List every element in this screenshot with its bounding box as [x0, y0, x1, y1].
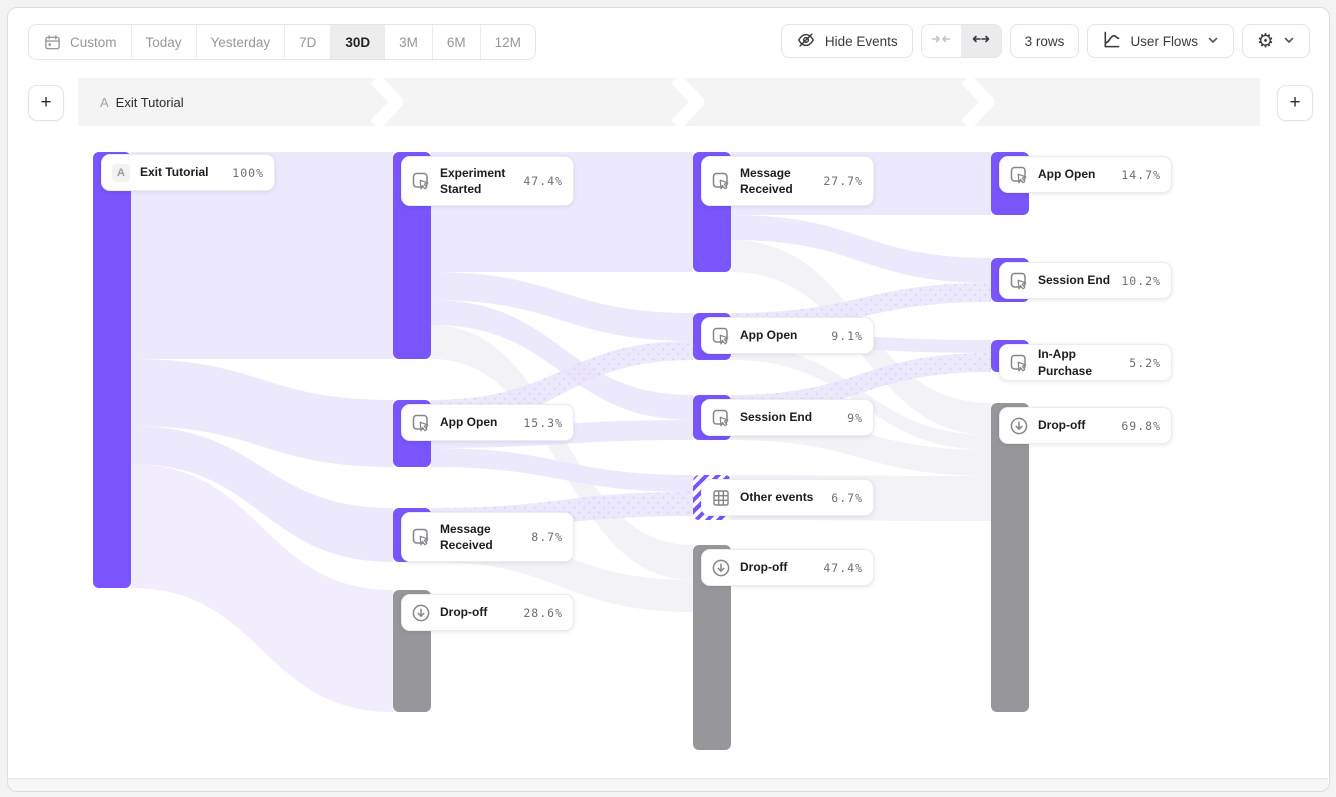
- node-value: 15.3%: [523, 416, 563, 430]
- in-app-purchase-4-node[interactable]: In-App Purchase 5.2%: [999, 344, 1172, 381]
- node-label: App Open: [440, 414, 514, 430]
- drop-off-3-node[interactable]: Drop-off 47.4%: [701, 549, 874, 586]
- panel-footer: [8, 778, 1328, 792]
- event-icon: [711, 171, 731, 191]
- node-value: 6.7%: [831, 491, 863, 505]
- event-icon: [411, 171, 431, 191]
- drop-off-2-node[interactable]: Drop-off 28.6%: [401, 594, 574, 631]
- experiment-started-node[interactable]: Experiment Started 47.4%: [401, 156, 574, 206]
- app-open-4-node[interactable]: App Open 14.7%: [999, 156, 1172, 193]
- node-value: 9.1%: [831, 329, 863, 343]
- event-letter-icon: A: [111, 163, 131, 183]
- node-label: Exit Tutorial: [140, 164, 223, 180]
- event-icon: [711, 408, 731, 428]
- node-label: Experiment Started: [440, 165, 514, 197]
- exit-tutorial-node[interactable]: A Exit Tutorial 100%: [101, 154, 275, 191]
- session-end-3-node[interactable]: Session End 9%: [701, 399, 874, 436]
- node-label: App Open: [740, 327, 822, 343]
- session-end-4-node[interactable]: Session End 10.2%: [999, 262, 1172, 299]
- event-icon: [411, 527, 431, 547]
- drop-off-4-bar[interactable]: [991, 403, 1029, 712]
- node-label: Drop-off: [440, 604, 514, 620]
- event-icon: [1009, 165, 1029, 185]
- event-icon: [1009, 353, 1029, 373]
- node-value: 28.6%: [523, 606, 563, 620]
- dropoff-icon: [1009, 416, 1029, 436]
- node-value: 69.8%: [1121, 419, 1161, 433]
- app-open-3-node[interactable]: App Open 9.1%: [701, 317, 874, 354]
- other-events-3-node[interactable]: Other events 6.7%: [701, 479, 874, 516]
- node-label: Session End: [1038, 272, 1112, 288]
- node-value: 47.4%: [823, 561, 863, 575]
- message-received-3-node[interactable]: Message Received 27.7%: [701, 156, 874, 206]
- event-icon: [711, 326, 731, 346]
- node-label: Message Received: [440, 521, 522, 553]
- message-received-2-node[interactable]: Message Received 8.7%: [401, 512, 574, 562]
- event-letter-badge: A: [112, 164, 130, 182]
- node-value: 14.7%: [1121, 168, 1161, 182]
- node-label: In-App Purchase: [1038, 346, 1120, 378]
- event-icon: [411, 413, 431, 433]
- event-icon: [1009, 271, 1029, 291]
- node-value: 100%: [232, 166, 264, 180]
- node-label: Drop-off: [1038, 417, 1112, 433]
- node-value: 8.7%: [531, 530, 563, 544]
- node-value: 10.2%: [1121, 274, 1161, 288]
- node-label: Message Received: [740, 165, 814, 197]
- node-value: 9%: [847, 411, 863, 425]
- node-value: 27.7%: [823, 174, 863, 188]
- drop-off-4-node[interactable]: Drop-off 69.8%: [999, 407, 1172, 444]
- node-label: Session End: [740, 409, 838, 425]
- dropoff-icon: [411, 603, 431, 623]
- exit-tutorial-bar[interactable]: [93, 152, 131, 588]
- node-label: Drop-off: [740, 559, 814, 575]
- grid-icon: [711, 488, 731, 508]
- app-open-2-node[interactable]: App Open 15.3%: [401, 404, 574, 441]
- node-label: Other events: [740, 489, 822, 505]
- sankey-links-layer: [7, 7, 1330, 792]
- user-flows-panel: CustomTodayYesterday7D30D3M6M12M Hide Ev…: [7, 7, 1330, 792]
- dropoff-icon: [711, 558, 731, 578]
- node-label: App Open: [1038, 166, 1112, 182]
- node-value: 47.4%: [523, 174, 563, 188]
- node-value: 5.2%: [1129, 356, 1161, 370]
